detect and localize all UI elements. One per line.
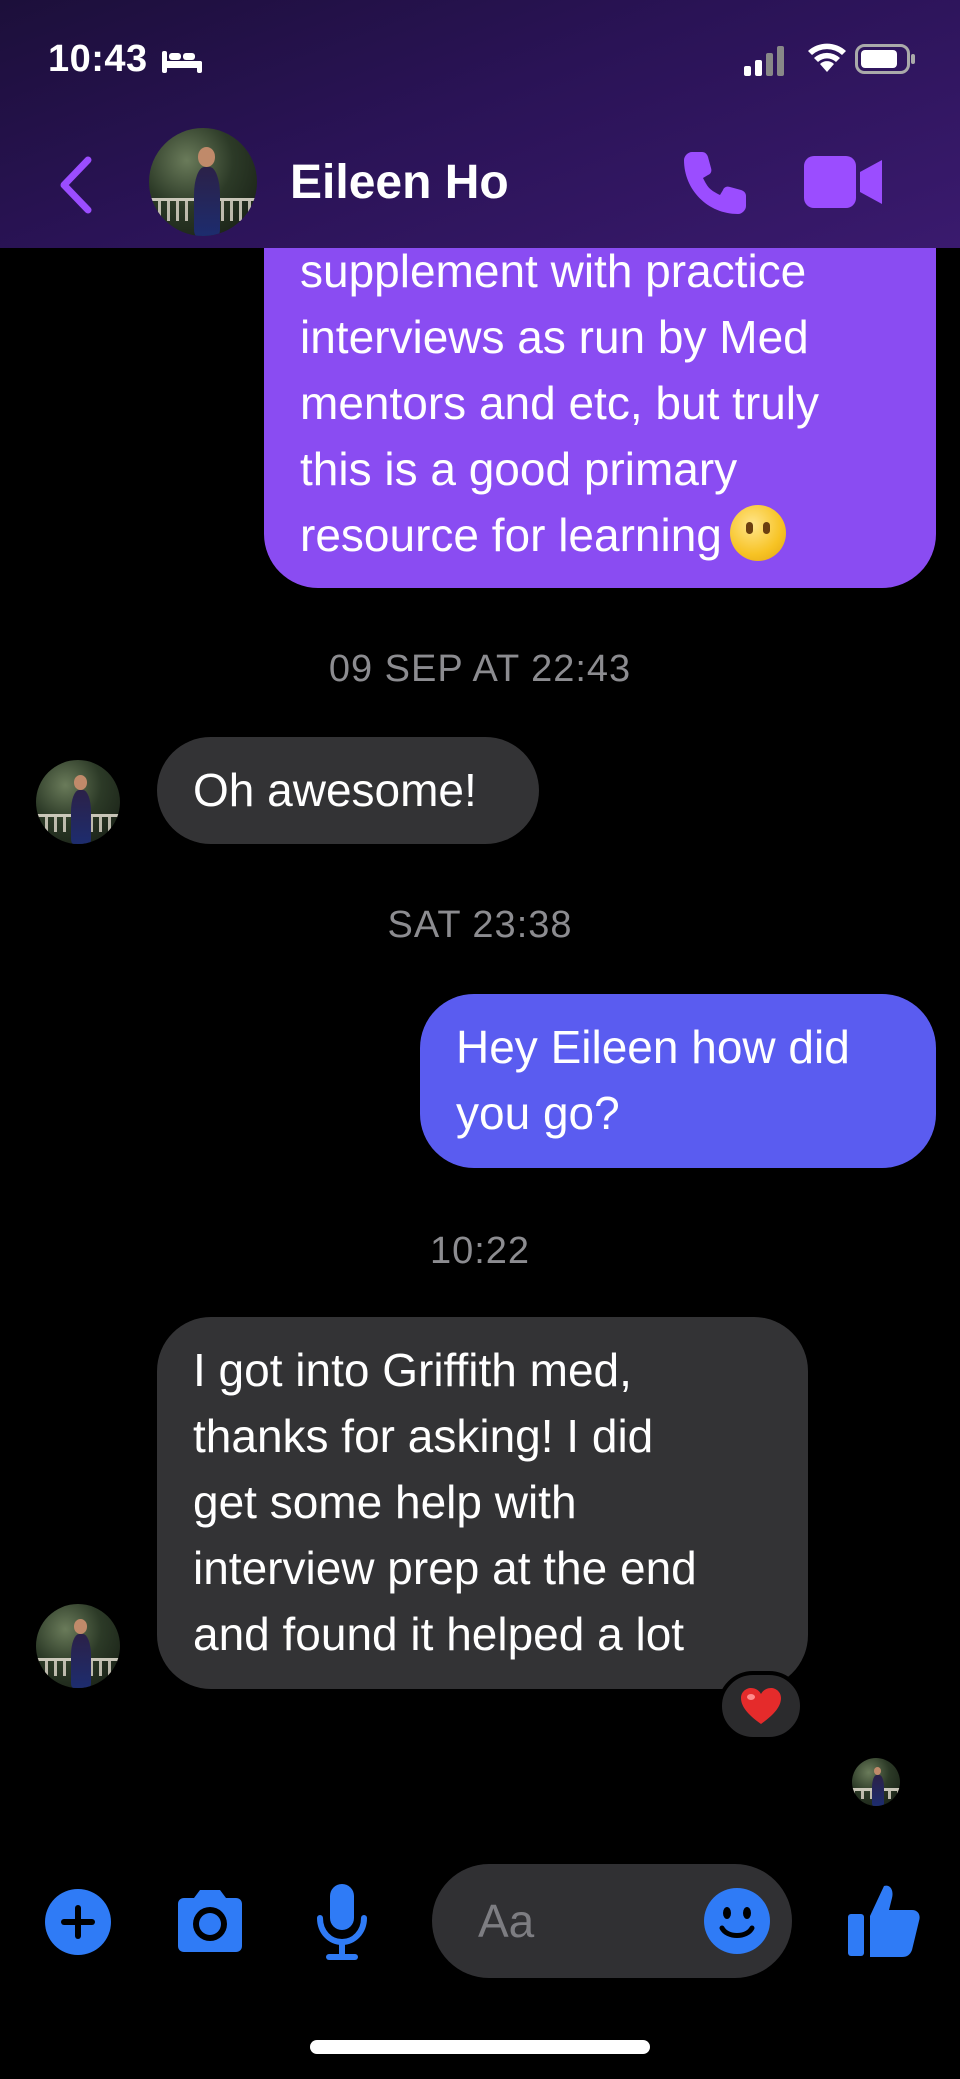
heart-icon xyxy=(741,1688,781,1724)
battery-icon xyxy=(855,44,915,74)
phone-icon[interactable] xyxy=(678,146,752,220)
message-timestamp: 10:22 xyxy=(429,1230,531,1272)
home-indicator[interactable] xyxy=(310,2040,650,2054)
chat-header: 10:43 Eileen Ho xyxy=(0,0,960,248)
seen-receipt-avatar xyxy=(852,1758,900,1806)
thumbs-up-icon[interactable] xyxy=(846,1880,922,1960)
microphone-icon[interactable] xyxy=(312,1882,372,1962)
wifi-icon xyxy=(808,43,846,72)
message-timestamp: 09 SEP AT 22:43 xyxy=(328,648,632,690)
bed-icon xyxy=(162,51,202,73)
back-button[interactable] xyxy=(50,150,100,220)
incoming-message[interactable]: I got into Griffith med, thanks for aski… xyxy=(157,1317,808,1689)
emoji-icon[interactable] xyxy=(702,1886,772,1956)
slightly-smiling-face-icon xyxy=(729,505,786,561)
incoming-message[interactable]: Oh awesome! xyxy=(157,737,539,844)
sender-avatar[interactable] xyxy=(36,760,120,844)
outgoing-message[interactable]: Hey Eileen how did you go? xyxy=(420,994,936,1168)
plus-icon[interactable] xyxy=(44,1888,112,1956)
message-input[interactable]: Aa xyxy=(432,1864,792,1978)
contact-name[interactable]: Eileen Ho xyxy=(290,155,509,210)
sender-avatar[interactable] xyxy=(36,1604,120,1688)
message-input-placeholder: Aa xyxy=(478,1895,535,1947)
message-reaction[interactable] xyxy=(718,1671,804,1741)
status-bar-time: 10:43 xyxy=(48,38,148,80)
contact-avatar[interactable] xyxy=(149,128,257,236)
camera-icon[interactable] xyxy=(172,1888,248,1956)
video-camera-icon[interactable] xyxy=(804,154,884,210)
message-timestamp: SAT 23:38 xyxy=(387,904,573,946)
signal-icon xyxy=(744,46,784,76)
